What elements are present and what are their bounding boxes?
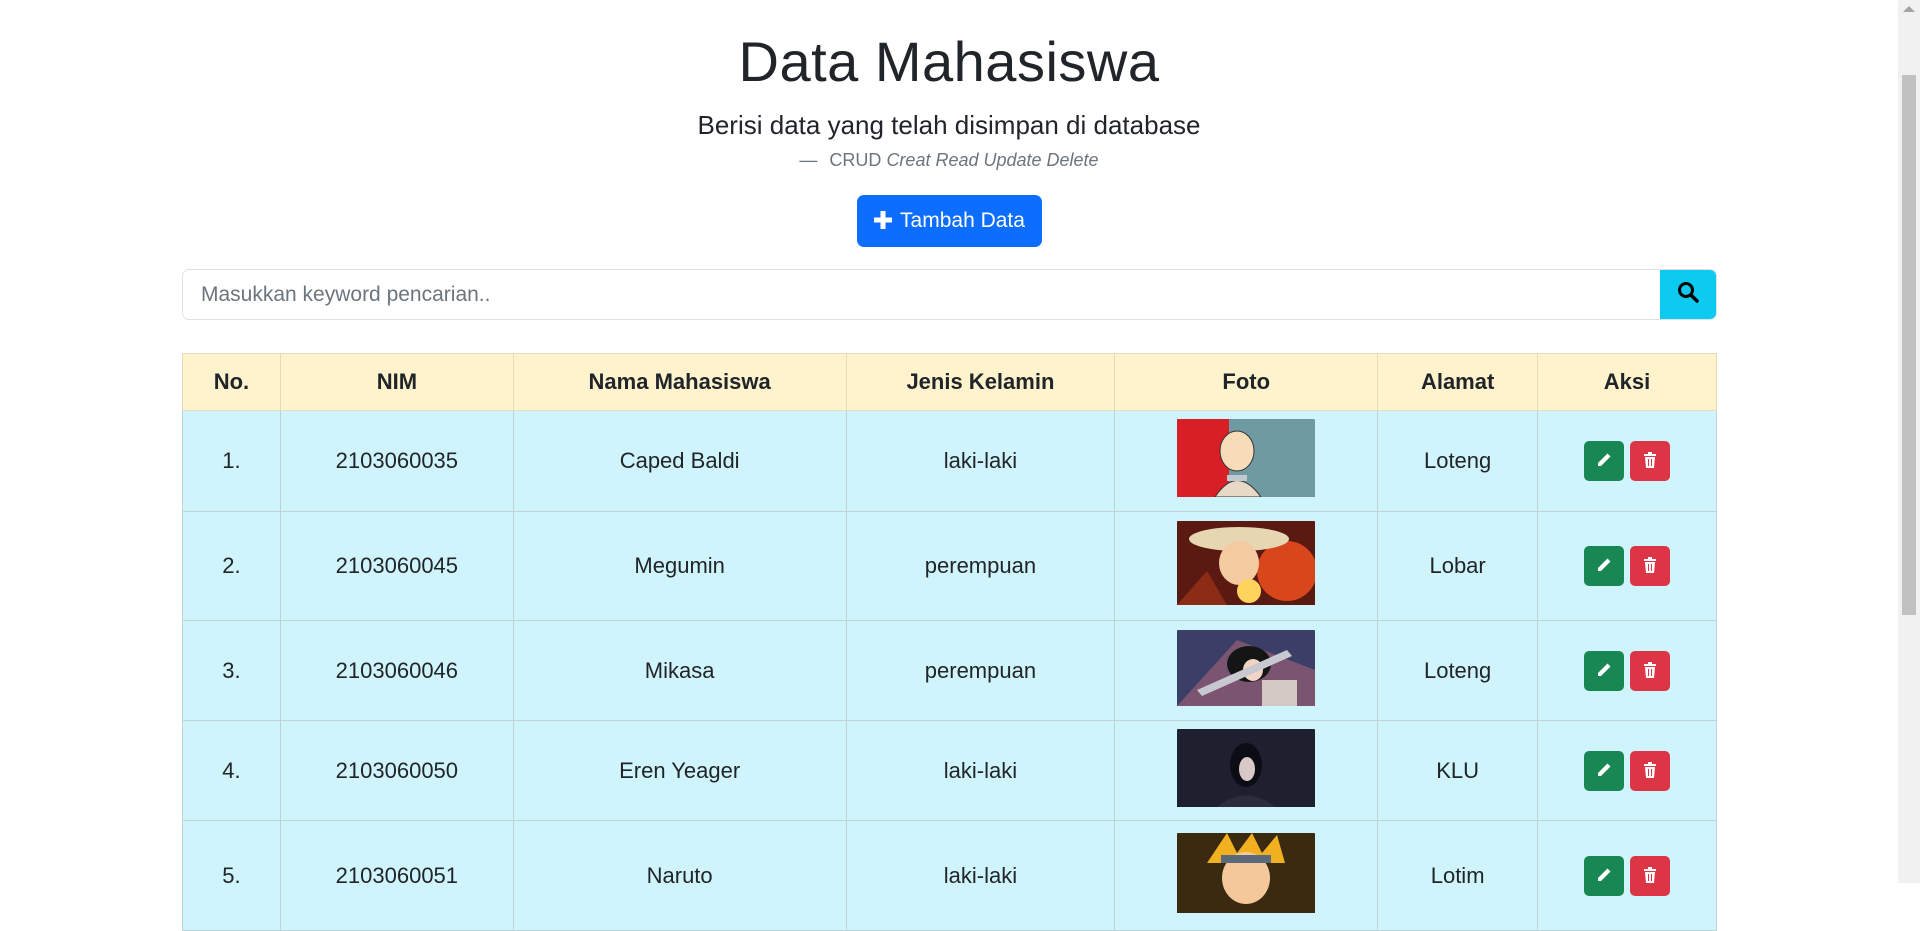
photo-mikasa <box>1177 629 1316 712</box>
row-actions <box>1538 750 1716 791</box>
cell-foto <box>1114 410 1379 512</box>
cell-alamat: KLU <box>1377 720 1539 821</box>
cell-alamat: Loteng <box>1377 410 1539 512</box>
blockquote-footer: — CRUD Creat Read Update Delete <box>0 148 1898 172</box>
plus-icon <box>874 210 893 230</box>
page: Data Mahasiswa Berisi data yang telah di… <box>0 0 1898 931</box>
vertical-scrollbar[interactable] <box>1898 0 1920 883</box>
pencil-icon <box>1596 863 1612 889</box>
student-table: No. NIM Nama Mahasiswa Jenis Kelamin Fot… <box>182 353 1717 931</box>
row-actions <box>1538 546 1716 586</box>
edit-button[interactable] <box>1584 546 1625 586</box>
search-input[interactable] <box>183 270 1660 319</box>
search-icon <box>1677 281 1699 308</box>
footer-italic: Creat Read Update Delete <box>886 150 1099 170</box>
scrollbar-thumb[interactable] <box>1902 75 1916 615</box>
cell-no: 5. <box>182 820 281 931</box>
header-no: No. <box>182 353 281 411</box>
header-aksi: Aksi <box>1537 353 1717 411</box>
add-data-button[interactable]: Tambah Data <box>857 195 1042 247</box>
cell-alamat: Loteng <box>1377 620 1539 721</box>
table-row: 5. 2103060051 Naruto laki-laki Lotim <box>182 820 1717 931</box>
header-nama: Nama Mahasiswa <box>512 353 847 411</box>
cell-aksi <box>1537 720 1717 821</box>
header-nim: NIM <box>279 353 514 411</box>
cell-jenis-kelamin: laki-laki <box>845 720 1116 821</box>
cell-nama: Megumin <box>512 511 847 621</box>
row-actions <box>1538 650 1716 691</box>
footer-prefix: CRUD <box>829 150 882 170</box>
cell-nama: Naruto <box>512 820 847 931</box>
cell-foto <box>1114 720 1379 821</box>
pencil-icon <box>1596 658 1612 684</box>
page-title: Data Mahasiswa <box>738 30 1160 93</box>
cell-nim: 2103060045 <box>279 511 514 621</box>
table-row: 3. 2103060046 Mikasa perempuan Loteng <box>182 620 1717 721</box>
edit-button[interactable] <box>1584 441 1625 481</box>
trash-icon <box>1643 553 1657 579</box>
cell-aksi <box>1537 620 1717 721</box>
row-actions <box>1538 855 1716 896</box>
search-group <box>182 269 1717 320</box>
table-row: 4. 2103060050 Eren Yeager laki-laki KLU <box>182 720 1717 821</box>
cell-nim: 2103060050 <box>279 720 514 821</box>
edit-button[interactable] <box>1584 750 1625 791</box>
trash-icon <box>1643 863 1657 889</box>
cell-jenis-kelamin: laki-laki <box>845 410 1116 512</box>
cell-nim: 2103060035 <box>279 410 514 512</box>
cell-jenis-kelamin: perempuan <box>845 620 1116 721</box>
cell-jenis-kelamin: laki-laki <box>845 820 1116 931</box>
photo-naruto <box>1177 832 1316 919</box>
pencil-icon <box>1596 553 1612 579</box>
delete-button[interactable] <box>1630 750 1671 791</box>
header-jenis-kelamin: Jenis Kelamin <box>845 353 1116 411</box>
cell-no: 2. <box>182 511 281 621</box>
cell-nama: Caped Baldi <box>512 410 847 512</box>
cell-nama: Mikasa <box>512 620 847 721</box>
table-row: 1. 2103060035 Caped Baldi laki-laki Lote… <box>182 410 1717 512</box>
pencil-icon <box>1596 758 1612 784</box>
delete-button[interactable] <box>1630 855 1671 896</box>
cell-no: 4. <box>182 720 281 821</box>
pencil-icon <box>1596 448 1612 474</box>
cell-aksi <box>1537 820 1717 931</box>
cell-no: 3. <box>182 620 281 721</box>
cell-foto <box>1114 820 1379 931</box>
edit-button[interactable] <box>1584 855 1625 896</box>
photo-eren <box>1177 728 1316 813</box>
delete-button[interactable] <box>1630 650 1671 691</box>
cell-nim: 2103060046 <box>279 620 514 721</box>
cell-foto <box>1114 620 1379 721</box>
header-foto: Foto <box>1114 353 1379 411</box>
table-row: 2. 2103060045 Megumin perempuan Lobar <box>182 511 1717 621</box>
row-actions <box>1538 441 1716 481</box>
cell-jenis-kelamin: perempuan <box>845 511 1116 621</box>
trash-icon <box>1643 758 1657 784</box>
cell-nim: 2103060051 <box>279 820 514 931</box>
search-button[interactable] <box>1660 270 1716 319</box>
cell-foto <box>1114 511 1379 621</box>
page-lead: Berisi data yang telah disimpan di datab… <box>697 110 1201 140</box>
table-header-row: No. NIM Nama Mahasiswa Jenis Kelamin Fot… <box>182 353 1717 411</box>
photo-caped-baldi <box>1177 419 1316 503</box>
scroll-up-arrow-icon[interactable] <box>1903 6 1915 12</box>
add-data-label: Tambah Data <box>900 209 1025 232</box>
trash-icon <box>1643 448 1657 474</box>
header-alamat: Alamat <box>1377 353 1539 411</box>
cell-alamat: Lobar <box>1377 511 1539 621</box>
cell-alamat: Lotim <box>1377 820 1539 931</box>
footer-dash: — <box>799 150 818 170</box>
cell-aksi <box>1537 511 1717 621</box>
photo-megumin <box>1177 521 1316 611</box>
cell-no: 1. <box>182 410 281 512</box>
cell-aksi <box>1537 410 1717 512</box>
delete-button[interactable] <box>1630 441 1671 481</box>
cell-nama: Eren Yeager <box>512 720 847 821</box>
edit-button[interactable] <box>1584 650 1625 691</box>
trash-icon <box>1643 658 1657 684</box>
delete-button[interactable] <box>1630 546 1671 586</box>
